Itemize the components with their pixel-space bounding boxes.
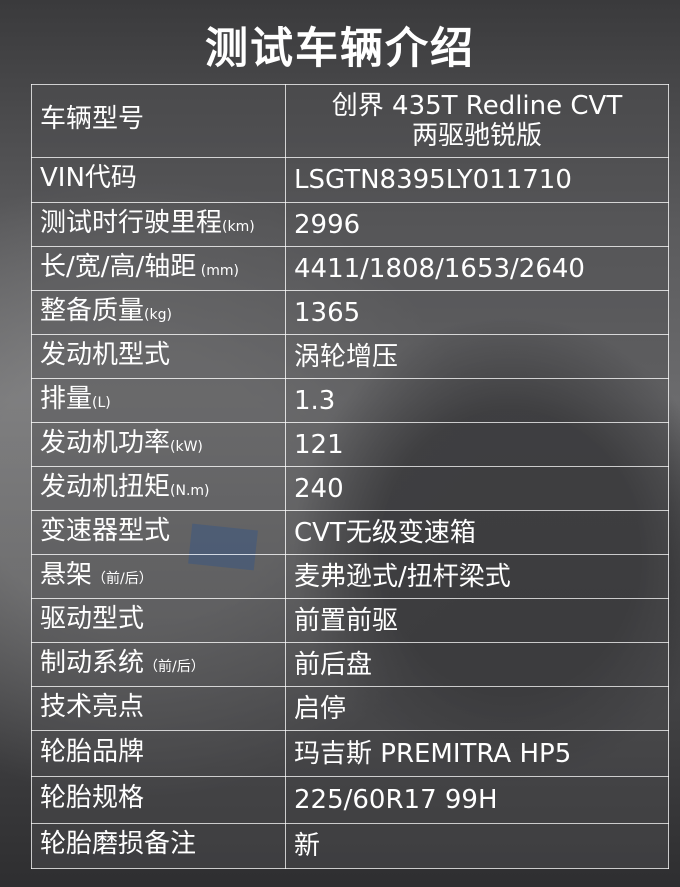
table-row: 制动系统（前/后） 前后盘 <box>31 642 669 687</box>
table-row: VIN代码 LSGTN8395LY011710 <box>31 157 669 203</box>
row-label: 技术亮点 <box>31 686 286 731</box>
table-row: 驱动型式 前置前驱 <box>31 598 669 643</box>
table-row: 发动机扭矩(N.m) 240 <box>31 466 669 511</box>
row-value: 玛吉斯 PREMITRA HP5 <box>285 730 669 777</box>
row-label: 轮胎品牌 <box>31 730 286 777</box>
row-value: 创界 435T Redline CVT 两驱驰锐版 <box>285 84 669 158</box>
row-value: 涡轮增压 <box>285 334 669 379</box>
table-row: 悬架（前/后） 麦弗逊式/扭杆梁式 <box>31 554 669 599</box>
row-label: 变速器型式 <box>31 510 286 555</box>
table-row: 发动机型式 涡轮增压 <box>31 334 669 379</box>
row-label: 悬架（前/后） <box>31 554 286 599</box>
row-value: CVT无级变速箱 <box>285 510 669 555</box>
row-value: 启停 <box>285 686 669 731</box>
row-label: 驱动型式 <box>31 598 286 643</box>
row-label: 整备质量(kg) <box>31 290 286 335</box>
row-label: 制动系统（前/后） <box>31 642 286 687</box>
table-row: 轮胎品牌 玛吉斯 PREMITRA HP5 <box>31 730 669 777</box>
row-value: 240 <box>285 466 669 511</box>
row-value: 121 <box>285 422 669 467</box>
row-label: 发动机功率(kW) <box>31 422 286 467</box>
row-value: LSGTN8395LY011710 <box>285 157 669 203</box>
page-title: 测试车辆介绍 <box>205 24 475 74</box>
table-row: 车辆型号 创界 435T Redline CVT 两驱驰锐版 <box>31 84 669 158</box>
table-row: 长/宽/高/轴距 (mm) 4411/1808/1653/2640 <box>31 246 669 291</box>
row-value: 麦弗逊式/扭杆梁式 <box>285 554 669 599</box>
row-value: 前置前驱 <box>285 598 669 643</box>
row-label: 发动机扭矩(N.m) <box>31 466 286 511</box>
row-value: 新 <box>285 823 669 869</box>
table-row: 排量(L) 1.3 <box>31 378 669 423</box>
row-value: 前后盘 <box>285 642 669 687</box>
table-row: 发动机功率(kW) 121 <box>31 422 669 467</box>
row-label: 排量(L) <box>31 378 286 423</box>
row-label: VIN代码 <box>31 157 286 203</box>
row-label: 长/宽/高/轴距 (mm) <box>31 246 286 291</box>
row-label: 轮胎磨损备注 <box>31 823 286 869</box>
row-label: 车辆型号 <box>31 84 286 158</box>
row-value: 4411/1808/1653/2640 <box>285 246 669 291</box>
table-row: 轮胎规格 225/60R17 99H <box>31 776 669 824</box>
row-label: 轮胎规格 <box>31 776 286 824</box>
row-label: 测试时行驶里程(km) <box>31 202 286 247</box>
row-value: 1365 <box>285 290 669 335</box>
row-value: 1.3 <box>285 378 669 423</box>
spec-table: 车辆型号 创界 435T Redline CVT 两驱驰锐版 VIN代码 LSG… <box>31 84 669 869</box>
table-row: 测试时行驶里程(km) 2996 <box>31 202 669 247</box>
table-row: 整备质量(kg) 1365 <box>31 290 669 335</box>
row-value: 2996 <box>285 202 669 247</box>
table-row: 变速器型式 CVT无级变速箱 <box>31 510 669 555</box>
row-label: 发动机型式 <box>31 334 286 379</box>
table-row: 技术亮点 启停 <box>31 686 669 731</box>
row-value: 225/60R17 99H <box>285 776 669 824</box>
table-row: 轮胎磨损备注 新 <box>31 823 669 869</box>
